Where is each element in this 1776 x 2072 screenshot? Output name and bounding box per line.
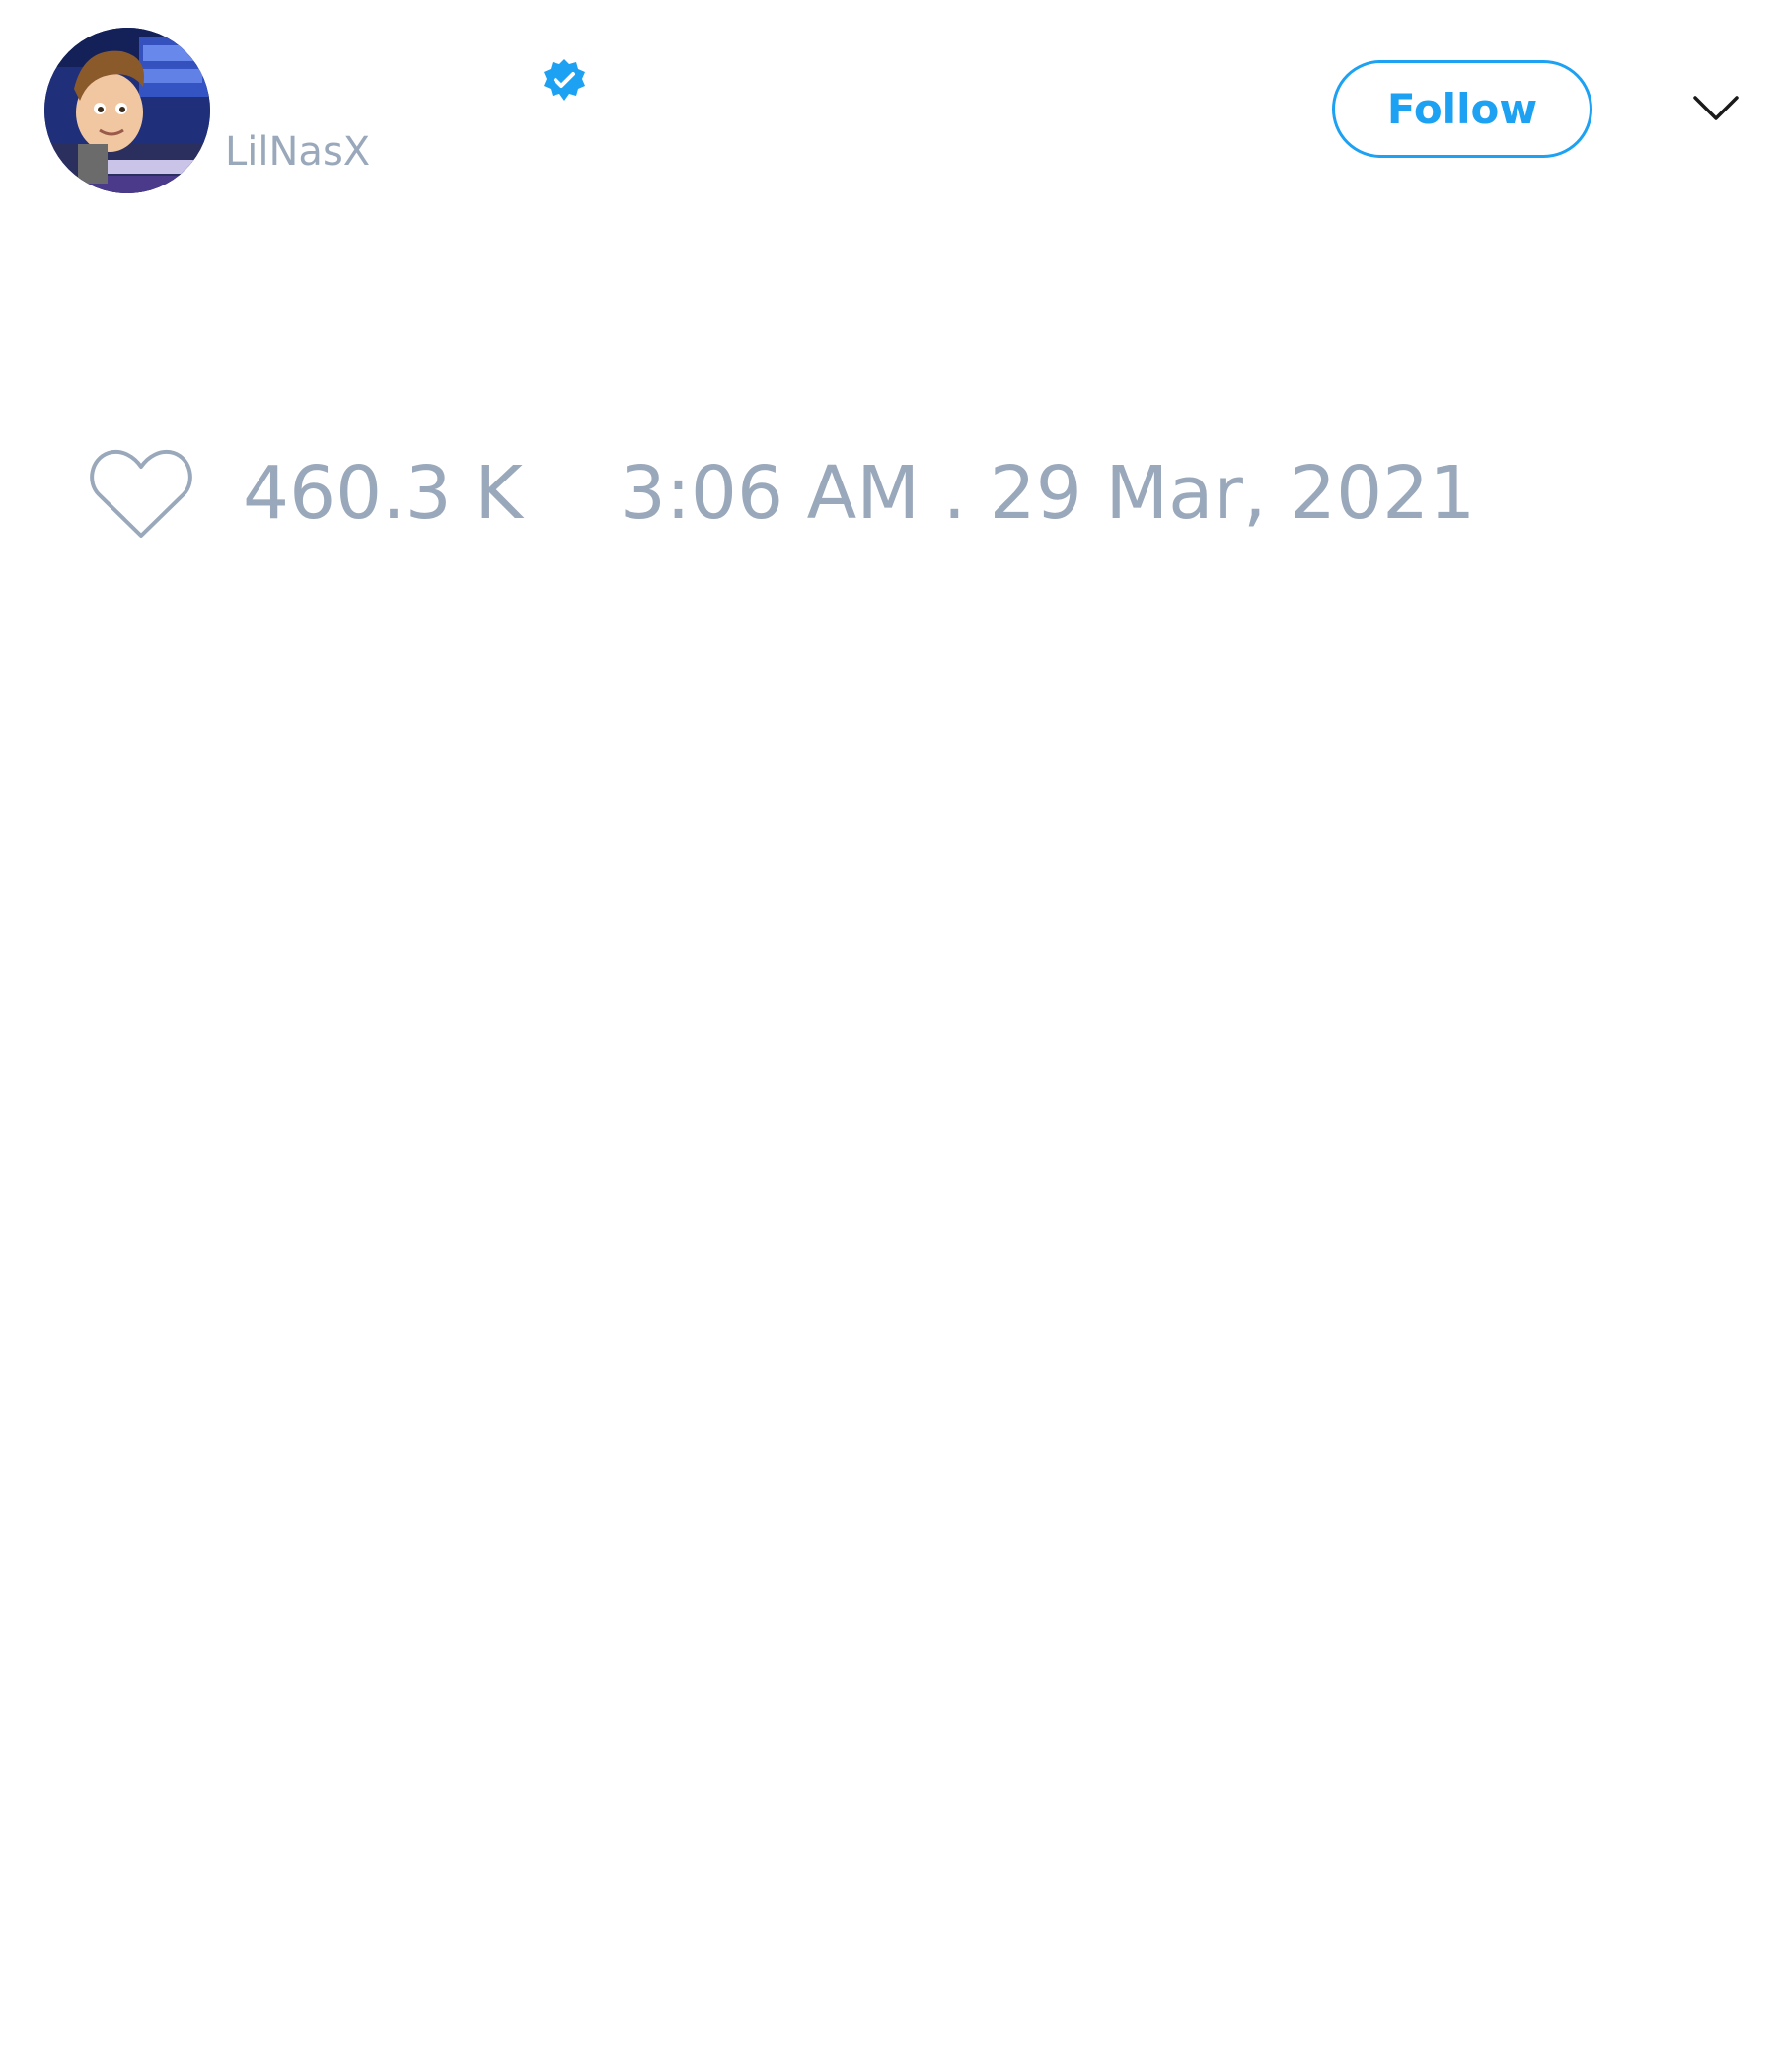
author-handle[interactable]: LilNasX [225,128,370,176]
avatar[interactable] [44,28,210,193]
follow-button[interactable]: Follow [1332,60,1592,158]
tweet-card: LilNasX Follow 460.3 K 3:06 AM . 29 Mar,… [0,0,1776,2072]
tweet-actions: 460.3 K 3:06 AM . 29 Mar, 2021 [89,446,1475,541]
chevron-down-icon[interactable] [1692,94,1739,123]
avatar-image [44,28,210,193]
like-count: 460.3 K [243,451,523,536]
heart-outline-icon[interactable] [89,447,193,540]
verified-badge-icon [541,57,588,105]
tweet-timestamp[interactable]: 3:06 AM . 29 Mar, 2021 [620,446,1475,541]
